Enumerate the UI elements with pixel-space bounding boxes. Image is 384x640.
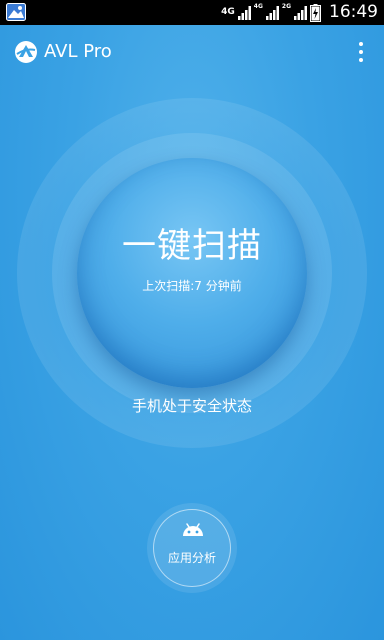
menu-dot bbox=[359, 58, 363, 62]
menu-dot bbox=[359, 42, 363, 46]
signal-strength-icon bbox=[237, 5, 252, 20]
signal-strength-icon bbox=[294, 5, 308, 20]
status-bar: 4G 4G 2G 16:49 bbox=[0, 0, 384, 25]
scan-title: 一键扫描 bbox=[122, 226, 262, 266]
network-type-label: 4G bbox=[221, 7, 235, 17]
status-time: 16:49 bbox=[329, 2, 378, 22]
battery-charging-icon bbox=[310, 3, 321, 22]
status-indicators: 4G 4G 2G 16:49 bbox=[221, 0, 378, 25]
gallery-notification-icon bbox=[6, 3, 26, 21]
network-type-label: 2G bbox=[281, 3, 291, 10]
last-scan-time: 上次扫描:7 分钟前 bbox=[142, 279, 242, 293]
one-tap-scan-button[interactable]: 一键扫描 上次扫描:7 分钟前 bbox=[77, 158, 307, 388]
avl-logo-icon bbox=[14, 40, 38, 64]
menu-dot bbox=[359, 50, 363, 54]
security-status-message: 手机处于安全状态 bbox=[131, 397, 252, 415]
signal-strength-icon bbox=[265, 5, 280, 20]
network-type-label: 4G bbox=[253, 3, 263, 10]
android-icon bbox=[179, 522, 207, 542]
app-analysis-button[interactable]: 应用分析 bbox=[153, 509, 231, 587]
app-title: AVL Pro bbox=[44, 41, 112, 62]
app-analysis-label: 应用分析 bbox=[167, 551, 216, 565]
overflow-menu-icon[interactable] bbox=[356, 40, 366, 64]
avl-pro-home-screen: 4G 4G 2G 16:49 AVL Pro 一键扫描 上次扫描:7 分钟前 手… bbox=[0, 0, 384, 640]
